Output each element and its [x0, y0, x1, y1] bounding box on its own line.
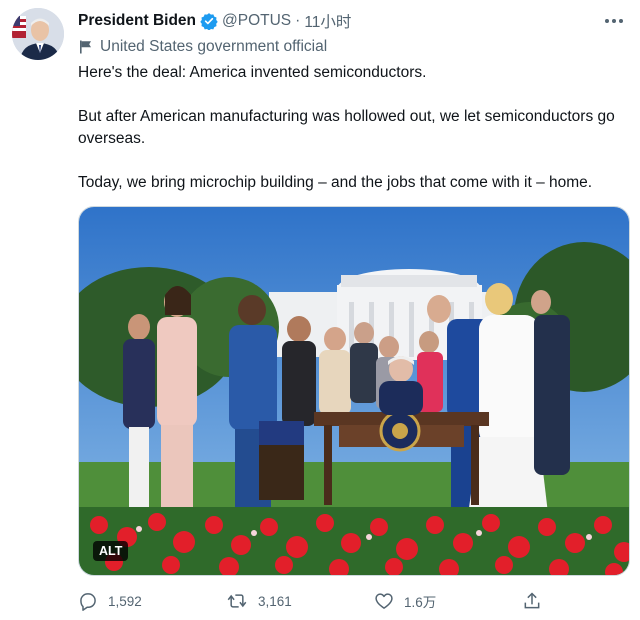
retweet-button[interactable]: 3,161 [226, 591, 292, 611]
like-button[interactable]: 1.6万 [374, 591, 436, 611]
government-flag-icon [78, 39, 94, 55]
share-icon [524, 592, 540, 609]
tweet-paragraph-3: Today, we bring microchip building – and… [78, 174, 593, 191]
reply-count: 1,592 [108, 593, 142, 609]
tweet-header: President Biden @POTUS · 11小时 [78, 10, 351, 32]
retweet-icon [227, 594, 247, 608]
retweet-count: 3,161 [258, 593, 292, 609]
handle[interactable]: @POTUS [222, 12, 291, 30]
display-name[interactable]: President Biden [78, 12, 196, 30]
verified-badge-icon [200, 12, 218, 30]
more-icon [605, 19, 623, 23]
avatar[interactable] [12, 8, 64, 60]
share-button[interactable] [522, 591, 552, 611]
timestamp[interactable]: 11小时 [304, 10, 351, 32]
alt-text-badge[interactable]: ALT [93, 541, 129, 561]
heart-icon [375, 593, 393, 609]
account-label[interactable]: United States government official [78, 36, 327, 58]
tweet-actions: 1,592 3,161 1.6万 [78, 590, 630, 612]
tweet-paragraph-2: But after American manufacturing was hol… [78, 108, 615, 147]
like-count: 1.6万 [404, 595, 437, 610]
tweet-paragraph-1: Here's the deal: America invented semico… [78, 64, 427, 81]
reply-button[interactable]: 1,592 [78, 591, 142, 611]
account-label-text: United States government official [100, 38, 328, 55]
reply-icon [80, 593, 96, 611]
more-button[interactable] [602, 10, 626, 32]
separator-dot: · [295, 12, 301, 29]
tweet-photo[interactable]: ALT [78, 206, 630, 576]
